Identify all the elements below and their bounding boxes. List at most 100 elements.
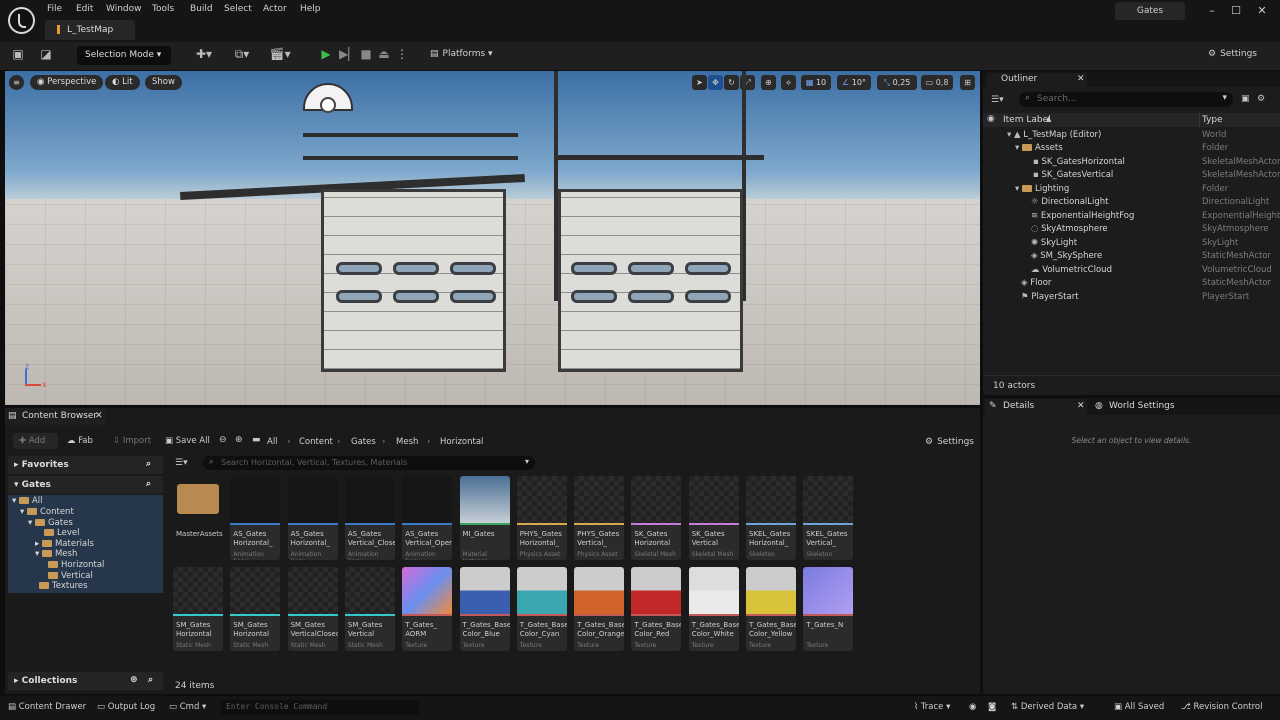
tree-item-vertical[interactable]: Vertical — [48, 571, 93, 581]
unreal-logo-icon[interactable] — [8, 7, 35, 34]
close-tab-icon[interactable]: ✕ — [1077, 74, 1085, 84]
save-icon[interactable]: ▣ — [10, 47, 26, 65]
asset-tile[interactable]: SM_Gates VerticalClosed Static Mesh — [287, 567, 338, 651]
add-button[interactable]: ✚ Add — [13, 433, 58, 449]
output-log-button[interactable]: ▭ Output Log — [97, 702, 155, 712]
lit-button[interactable]: ◐ Lit — [105, 75, 140, 90]
asset-tile[interactable]: T_Gates_Base Color_Orange Texture — [574, 567, 625, 651]
cmd-dropdown[interactable]: ▭ Cmd ▾ — [169, 702, 206, 712]
outliner-row[interactable]: ▾ Lighting Folder — [983, 184, 1280, 197]
filter-icon[interactable]: ☰▾ — [991, 95, 1004, 105]
maximize-icon[interactable]: ☐ — [1228, 4, 1244, 18]
asset-tile[interactable]: T_Gates_ AORM Texture — [402, 567, 453, 651]
menu-file[interactable]: File — [47, 4, 62, 14]
asset-tile[interactable]: PHYS_Gates Vertical_ Physics Asset — [574, 476, 625, 560]
asset-tile[interactable]: AS_Gates Horizontal_ Animation Sequ — [230, 476, 281, 560]
revision-control-button[interactable]: ⎇ Revision Control — [1181, 702, 1262, 712]
close-tab-icon[interactable]: ✕ — [95, 411, 103, 421]
asset-tile[interactable]: PHYS_Gates Horizontal_ Physics Asset — [516, 476, 567, 560]
selection-mode-dropdown[interactable]: Selection Mode ▾ — [77, 46, 171, 65]
outliner-row[interactable]: ▪ SK_GatesHorizontal SkeletalMeshActor — [983, 157, 1280, 170]
breadcrumb-gates[interactable]: Gates — [351, 437, 376, 447]
menu-build[interactable]: Build — [190, 4, 213, 14]
search-icon[interactable]: ⌕ — [146, 479, 151, 489]
menu-window[interactable]: Window — [106, 4, 142, 14]
outliner-tab[interactable]: Outliner ✕ — [987, 73, 1087, 89]
close-tab-icon[interactable]: ✕ — [1077, 401, 1085, 411]
col-type[interactable]: Type — [1202, 115, 1223, 125]
tree-item-mesh[interactable]: ▾ Mesh — [35, 549, 77, 559]
outliner-row[interactable]: ⚑ PlayerStart PlayerStart — [983, 292, 1280, 305]
add-collection-icon[interactable]: ⊕ — [130, 675, 138, 685]
cb-search-input[interactable]: ⌕ Search Horizontal, Vertical, Textures, … — [203, 456, 535, 470]
outliner-row[interactable]: ✺ SkyLight SkyLight — [983, 238, 1280, 251]
save-all-button[interactable]: ▣ Save All — [165, 433, 210, 449]
tree-item-level[interactable]: Level — [44, 528, 79, 538]
all-saved-button[interactable]: ▣ All Saved — [1114, 702, 1164, 712]
asset-tile[interactable]: SK_Gates Horizontal Skeletal Mesh — [631, 476, 682, 560]
outliner-row[interactable]: ☁ VolumetricCloud VolumetricCloud — [983, 265, 1280, 278]
rotation-snap-toggle[interactable]: ∠ 10° — [837, 75, 871, 90]
asset-tile[interactable]: T_Gates_Base Color_White Texture — [688, 567, 739, 651]
details-tab[interactable]: ✎ Details ✕ — [985, 399, 1087, 415]
breadcrumb-all[interactable]: All — [267, 437, 278, 447]
level-viewport[interactable]: ≡ ◉ Perspective ◐ Lit Show ➤ ✥ ↻ ⤢ ⊕ ⟡ ▦… — [5, 71, 980, 405]
outliner-row[interactable]: ☼ DirectionalLight DirectionalLight — [983, 197, 1280, 210]
asset-tile[interactable]: MI_Gates Material Instance — [459, 476, 510, 560]
breadcrumb-horizontal[interactable]: Horizontal — [440, 437, 483, 447]
scale-snap-toggle[interactable]: ⤡ 0,25 — [877, 75, 917, 90]
asset-tile[interactable]: SM_Gates Horizontal Static Mesh — [230, 567, 281, 651]
move-tool-icon[interactable]: ✥ — [708, 75, 723, 90]
settings-button[interactable]: ⚙ Settings — [1208, 49, 1257, 59]
asset-tile[interactable]: T_Gates_N Texture — [803, 567, 854, 651]
asset-tile[interactable]: T_Gates_Base Color_Blue Texture — [459, 567, 510, 651]
tree-item-materials[interactable]: ▸ Materials — [35, 539, 94, 549]
cinematics-icon[interactable]: 🎬︎▾ — [268, 47, 292, 65]
tree-item-all[interactable]: ▾ All — [12, 496, 43, 506]
outliner-row[interactable]: ◌ SkyAtmosphere SkyAtmosphere — [983, 224, 1280, 237]
grid-snap-toggle[interactable]: ▦ 10 — [801, 75, 831, 90]
blueprint-icon[interactable]: ⧉▾ — [230, 47, 254, 65]
asset-tile[interactable]: T_Gates_Base Color_Cyan Texture — [516, 567, 567, 651]
vertical-gate-door[interactable] — [558, 189, 743, 372]
asset-tile[interactable]: T_Gates_Base Color_Yellow Texture — [746, 567, 796, 651]
col-item-label[interactable]: Item Label — [1003, 115, 1051, 125]
world-space-icon[interactable]: ⊕ — [761, 75, 776, 90]
outliner-row[interactable]: ◈ SM_SkySphere StaticMeshActor — [983, 251, 1280, 264]
breadcrumb-mesh[interactable]: Mesh — [396, 437, 418, 447]
add-actor-icon[interactable]: ✚▾ — [193, 47, 215, 65]
outliner-row[interactable]: ◈ Floor StaticMeshActor — [983, 278, 1280, 291]
surface-snap-icon[interactable]: ⟡ — [781, 75, 796, 90]
camera-speed-button[interactable]: ▭ 0,8 — [921, 75, 953, 90]
gear-icon[interactable]: ⚙ — [1257, 94, 1265, 104]
viewport-menu-icon[interactable]: ≡ — [9, 75, 24, 90]
asset-tile[interactable]: MasterAssets — [173, 476, 223, 560]
perspective-button[interactable]: ◉ Perspective — [30, 75, 104, 90]
console-input[interactable]: Enter Console Command — [221, 700, 419, 715]
asset-tile[interactable]: AS_Gates Vertical_Open Animation Sequ — [402, 476, 453, 560]
tree-item-content[interactable]: ▾ Content — [20, 507, 74, 517]
derived-data-button[interactable]: ⇅ Derived Data ▾ — [1011, 702, 1084, 712]
eye-icon[interactable]: ◉ — [987, 114, 995, 124]
search-icon[interactable]: ⌕ — [148, 675, 153, 685]
play-icon[interactable]: ▶ — [318, 47, 334, 65]
horizontal-gate-door[interactable] — [321, 189, 506, 372]
search-icon[interactable]: ⌕ — [146, 459, 151, 469]
breadcrumb-content[interactable]: Content — [299, 437, 333, 447]
menu-edit[interactable]: Edit — [76, 4, 93, 14]
viewport-layout-icon[interactable]: ⊞ — [960, 75, 975, 90]
select-tool-icon[interactable]: ➤ — [692, 75, 707, 90]
eject-icon[interactable]: ⏏ — [377, 47, 391, 65]
outliner-row[interactable]: ▪ SK_GatesVertical SkeletalMeshActor — [983, 170, 1280, 183]
menu-help[interactable]: Help — [300, 4, 321, 14]
step-icon[interactable]: ▶▏ — [339, 47, 357, 65]
platforms-dropdown[interactable]: ▤ Platforms ▾ — [430, 49, 493, 59]
filter-icon[interactable]: ☰▾ — [175, 458, 188, 468]
minimize-icon[interactable]: – — [1204, 4, 1220, 18]
show-button[interactable]: Show — [145, 75, 182, 90]
more-icon[interactable]: ⋮ — [396, 47, 408, 65]
menu-tools[interactable]: Tools — [152, 4, 174, 14]
tree-item-gates[interactable]: ▾ Gates — [28, 518, 73, 528]
asset-tile[interactable]: SM_Gates Vertical Static Mesh — [344, 567, 395, 651]
camera-icon[interactable]: ◙ — [988, 702, 996, 712]
